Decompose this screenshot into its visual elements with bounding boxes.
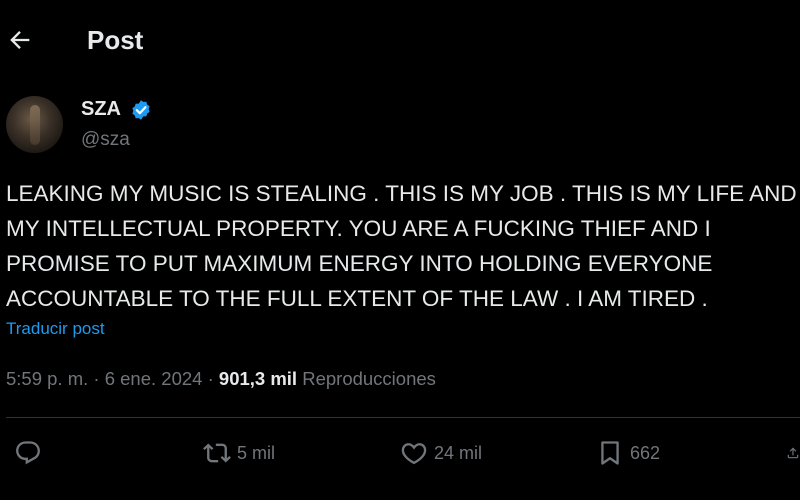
reply-button[interactable] — [14, 436, 42, 470]
meta-separator: · — [202, 368, 219, 389]
like-count: 24 mil — [434, 442, 483, 463]
back-button[interactable] — [6, 26, 34, 54]
views-count: 901,3 mil — [218, 368, 298, 389]
post-text: LEAKING MY MUSIC IS STEALING . THIS IS M… — [6, 181, 797, 311]
views-label: Reproducciones — [302, 368, 436, 389]
avatar-figure — [30, 105, 40, 145]
back-arrow-icon — [10, 31, 30, 49]
post-time[interactable]: 5:59 p. m. — [6, 368, 88, 389]
bookmark-icon — [601, 441, 619, 465]
reply-icon — [16, 441, 40, 465]
share-icon — [787, 447, 799, 459]
repost-icon — [203, 443, 231, 463]
post-header: Post — [0, 0, 800, 80]
verified-badge-icon — [132, 100, 150, 120]
divider — [6, 417, 800, 418]
bookmark-count: 662 — [630, 442, 661, 463]
author-name[interactable]: SZA — [81, 98, 121, 121]
share-button[interactable] — [786, 436, 800, 470]
post-meta: 5:59 p. m. · 6 ene. 2024 · 901,3 mil Rep… — [6, 368, 436, 390]
page-title: Post — [87, 25, 144, 55]
translate-post-link[interactable]: Traducir post — [6, 319, 105, 339]
meta-separator: · — [88, 368, 105, 389]
repost-count: 5 mil — [237, 442, 276, 463]
repost-button[interactable]: 5 mil — [203, 436, 275, 470]
like-button[interactable]: 24 mil — [400, 436, 482, 470]
post-date[interactable]: 6 ene. 2024 — [105, 368, 203, 389]
heart-icon — [401, 443, 427, 465]
avatar[interactable] — [6, 96, 63, 153]
bookmark-button[interactable]: 662 — [596, 436, 660, 470]
author-handle[interactable]: @sza — [81, 129, 130, 151]
